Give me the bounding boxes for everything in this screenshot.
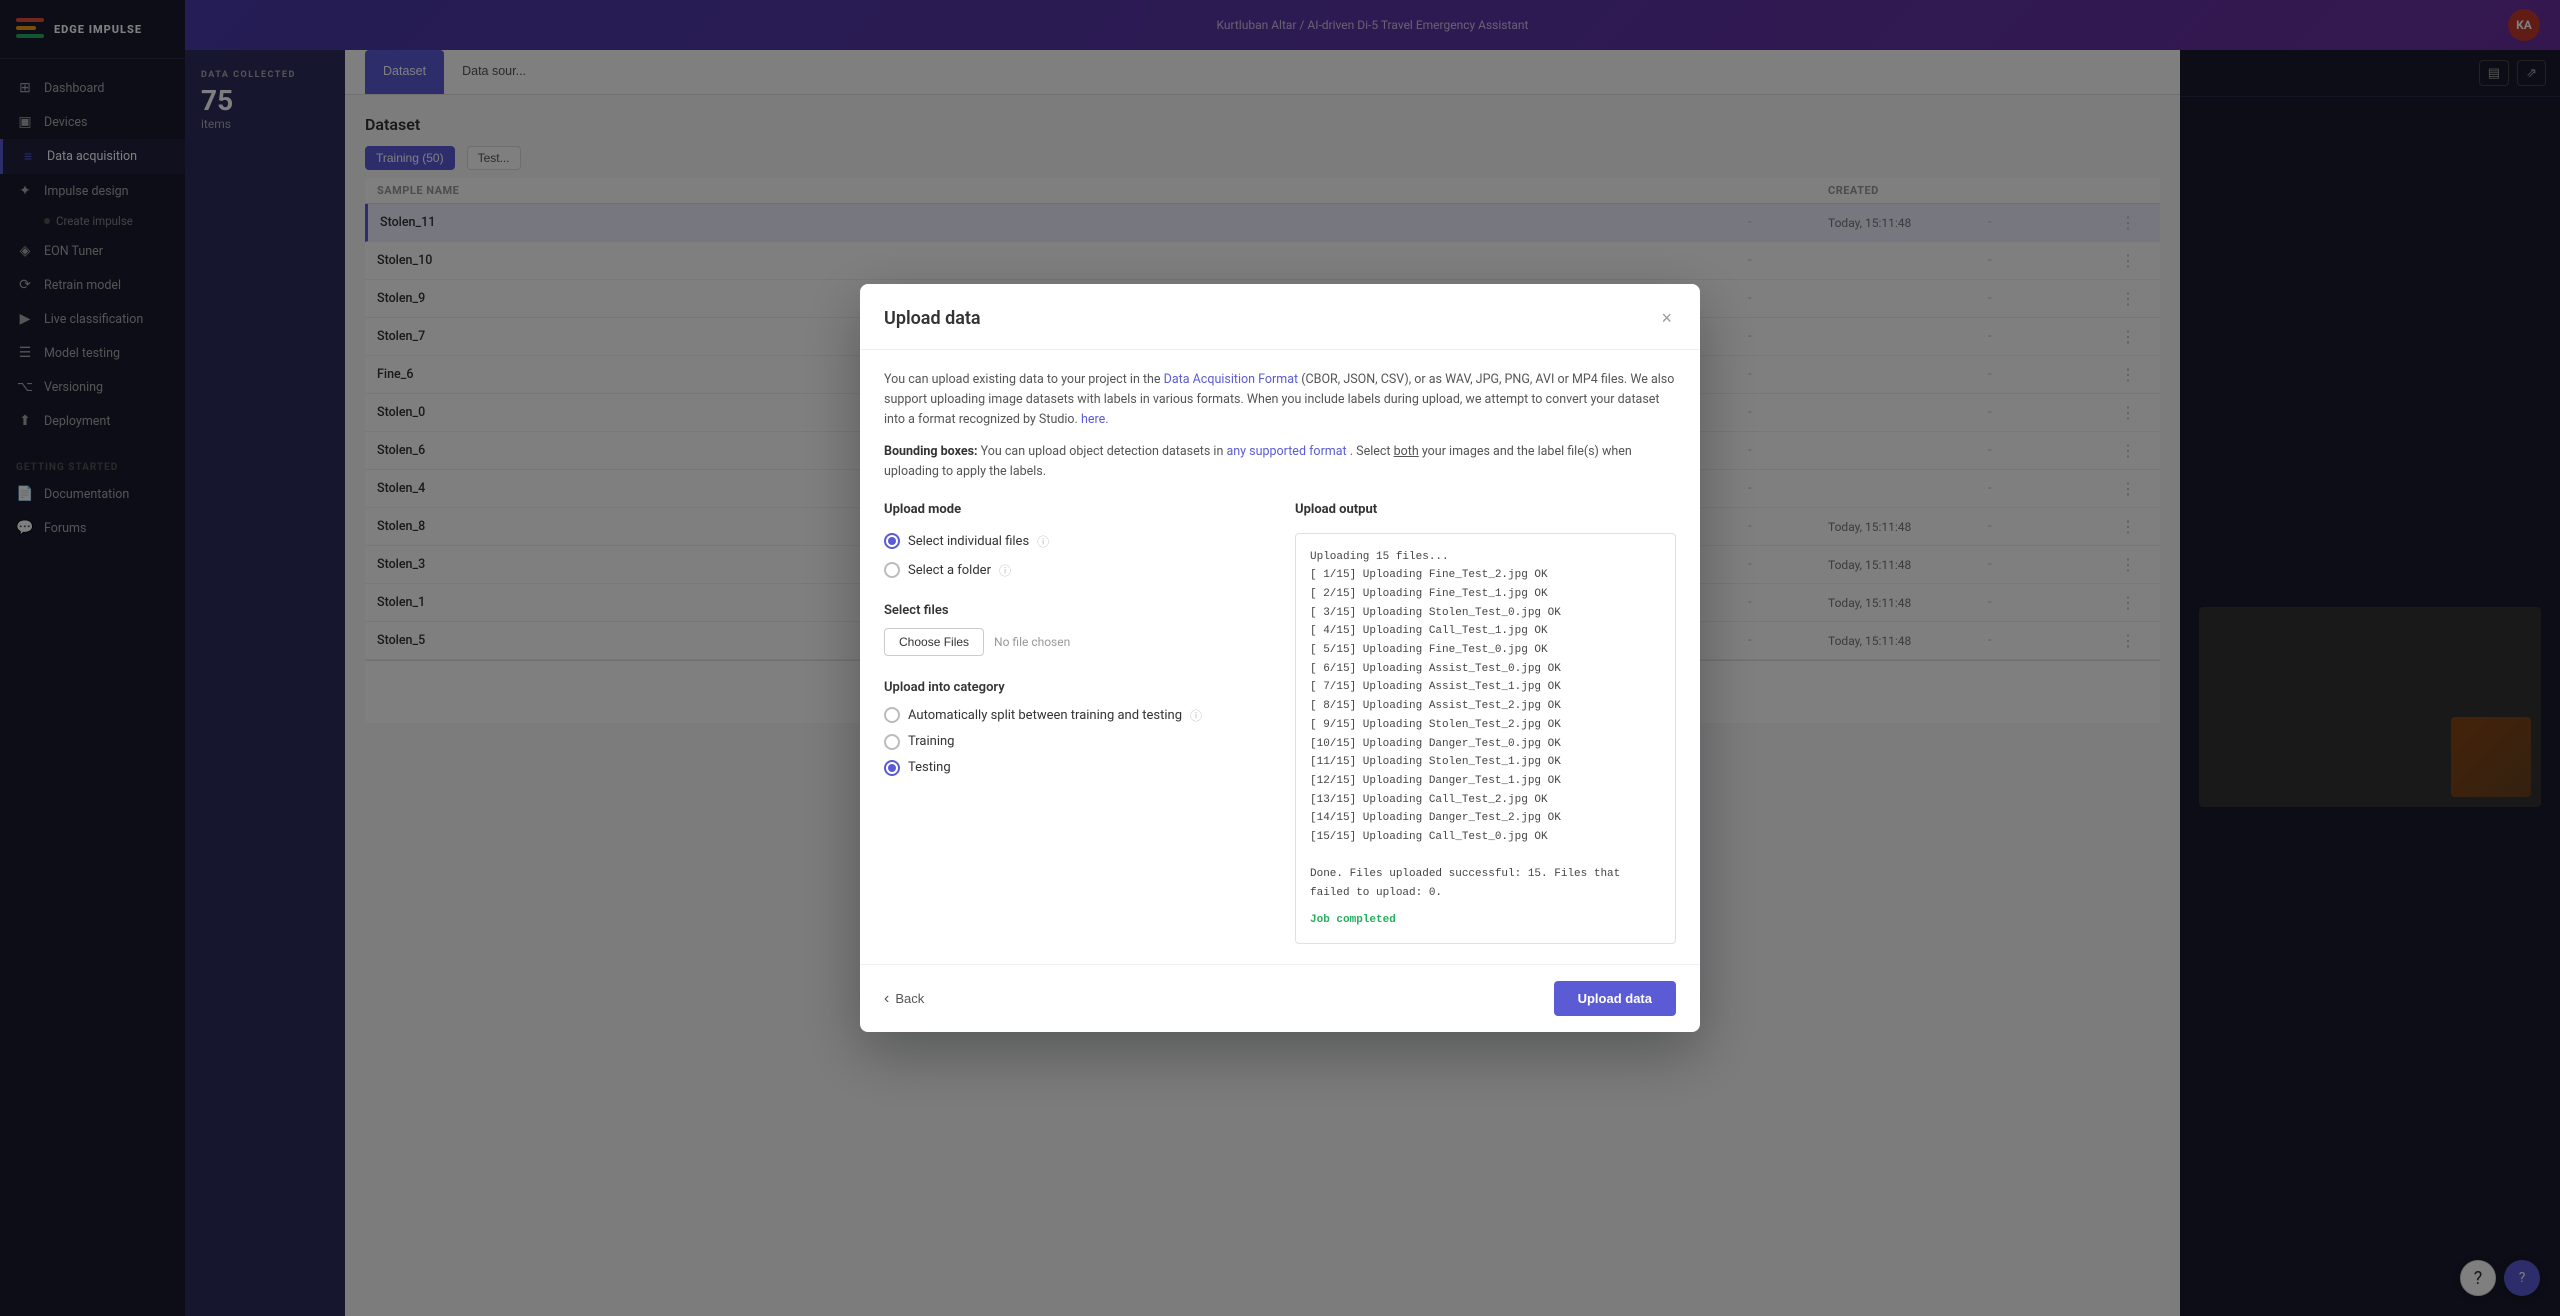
bounding-label: Bounding boxes:	[884, 444, 978, 459]
output-line-4: [ 4/15] Uploading Call_Test_1.jpg OK	[1310, 622, 1661, 641]
radio-individual-label: Select individual files	[908, 534, 1029, 549]
category-label: Upload into category	[884, 680, 1265, 695]
modal-columns: Upload mode Select individual files ⓘ Se…	[884, 502, 1676, 945]
upload-output-title: Upload output	[1295, 502, 1676, 517]
output-line-3: [ 3/15] Uploading Stolen_Test_0.jpg OK	[1310, 604, 1661, 623]
intro-prefix: You can upload existing data to your pro…	[884, 372, 1164, 387]
output-line-1: [ 1/15] Uploading Fine_Test_2.jpg OK	[1310, 566, 1661, 585]
info-icon-folder[interactable]: ⓘ	[999, 562, 1011, 579]
no-file-text: No file chosen	[994, 635, 1070, 649]
output-line-8: [ 8/15] Uploading Assist_Test_2.jpg OK	[1310, 697, 1661, 716]
back-button[interactable]: ‹ Back	[884, 990, 924, 1008]
upload-mode-radio-group: Select individual files ⓘ Select a folde…	[884, 533, 1265, 579]
radio-folder[interactable]: Select a folder ⓘ	[884, 562, 1265, 579]
data-acquisition-format-link[interactable]: Data Acquisition Format	[1164, 372, 1298, 387]
output-line-12: [12/15] Uploading Danger_Test_1.jpg OK	[1310, 772, 1661, 791]
radio-testing-label: Testing	[908, 760, 951, 775]
bounding-both: both	[1394, 444, 1419, 459]
radio-individual-files[interactable]: Select individual files ⓘ	[884, 533, 1265, 550]
upload-mode-title: Upload mode	[884, 502, 1265, 517]
info-icon-auto[interactable]: ⓘ	[1190, 707, 1202, 724]
output-line-9: [ 9/15] Uploading Stolen_Test_2.jpg OK	[1310, 716, 1661, 735]
radio-folder-label: Select a folder	[908, 563, 991, 578]
output-line-14: [14/15] Uploading Danger_Test_2.jpg OK	[1310, 809, 1661, 828]
modal-close-btn[interactable]: ×	[1657, 304, 1676, 333]
back-chevron-icon: ‹	[884, 990, 889, 1008]
modal-intro-text: You can upload existing data to your pro…	[884, 370, 1676, 430]
modal-title: Upload data	[884, 308, 981, 329]
radio-auto-circle	[884, 707, 900, 723]
output-line-15: [15/15] Uploading Call_Test_0.jpg OK	[1310, 828, 1661, 847]
output-line-10: [10/15] Uploading Danger_Test_0.jpg OK	[1310, 735, 1661, 754]
file-input-row: Choose Files No file chosen	[884, 628, 1265, 656]
category-radio-group: Automatically split between training and…	[884, 707, 1265, 776]
bounding-mid: . Select	[1350, 444, 1394, 459]
info-icon-individual[interactable]: ⓘ	[1037, 533, 1049, 550]
upload-data-button[interactable]: Upload data	[1554, 981, 1676, 1016]
radio-training-label: Training	[908, 734, 954, 749]
output-line-6: [ 6/15] Uploading Assist_Test_0.jpg OK	[1310, 660, 1661, 679]
output-job-completed: Job completed	[1310, 911, 1661, 930]
radio-training-circle	[884, 734, 900, 750]
upload-output-section: Upload output Uploading 15 files... [ 1/…	[1295, 502, 1676, 945]
radio-testing-circle	[884, 760, 900, 776]
here-link[interactable]: here.	[1081, 412, 1109, 427]
radio-training[interactable]: Training	[884, 734, 1265, 750]
category-section: Upload into category Automatically split…	[884, 680, 1265, 776]
radio-individual-circle	[884, 533, 900, 549]
radio-auto-split[interactable]: Automatically split between training and…	[884, 707, 1265, 724]
radio-testing[interactable]: Testing	[884, 760, 1265, 776]
modal-header: Upload data ×	[860, 284, 1700, 350]
radio-auto-label: Automatically split between training and…	[908, 708, 1182, 723]
modal-body: You can upload existing data to your pro…	[860, 350, 1700, 965]
output-line-11: [11/15] Uploading Stolen_Test_1.jpg OK	[1310, 753, 1661, 772]
output-console: Uploading 15 files... [ 1/15] Uploading …	[1295, 533, 1676, 945]
radio-folder-circle	[884, 562, 900, 578]
modal-overlay: Upload data × You can upload existing da…	[0, 0, 2560, 1316]
output-line-2: [ 2/15] Uploading Fine_Test_1.jpg OK	[1310, 585, 1661, 604]
output-line-header: Uploading 15 files...	[1310, 548, 1661, 567]
choose-files-btn[interactable]: Choose Files	[884, 628, 984, 656]
output-done: Done. Files uploaded successful: 15. Fil…	[1310, 865, 1661, 902]
upload-mode-section: Upload mode Select individual files ⓘ Se…	[884, 502, 1265, 945]
output-line-13: [13/15] Uploading Call_Test_2.jpg OK	[1310, 791, 1661, 810]
select-files-label: Select files	[884, 603, 1265, 618]
output-line-5: [ 5/15] Uploading Fine_Test_0.jpg OK	[1310, 641, 1661, 660]
modal-footer: ‹ Back Upload data	[860, 964, 1700, 1032]
bounding-boxes-text: Bounding boxes: You can upload object de…	[884, 442, 1676, 482]
bounding-prefix: You can upload object detection datasets…	[981, 444, 1227, 459]
back-label: Back	[895, 991, 924, 1006]
supported-format-link[interactable]: any supported format	[1226, 444, 1346, 459]
upload-modal: Upload data × You can upload existing da…	[860, 284, 1700, 1033]
output-line-7: [ 7/15] Uploading Assist_Test_1.jpg OK	[1310, 678, 1661, 697]
